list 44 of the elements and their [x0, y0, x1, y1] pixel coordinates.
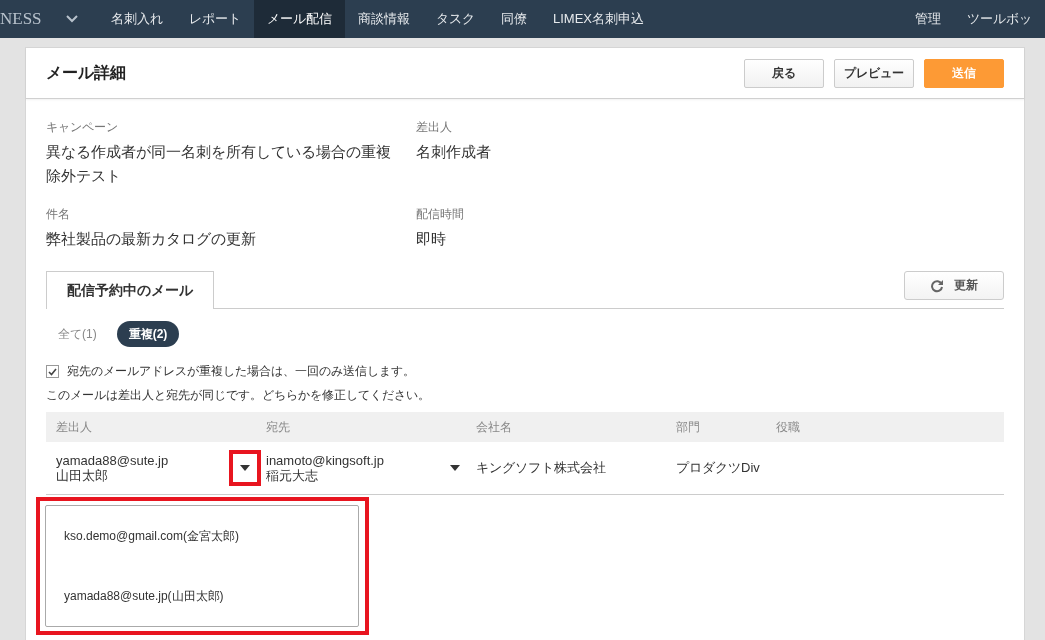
chevron-down-icon[interactable] [66, 15, 78, 23]
field-value: 弊社製品の最新カタログの更新 [46, 229, 257, 249]
caret-icon [240, 465, 250, 471]
field-label: 件名 [46, 206, 71, 223]
column-header: 会社名 [476, 418, 513, 436]
checkbox-label: 宛先のメールアドレスが重複した場合は、一回のみ送信します。 [67, 363, 415, 380]
nav-item[interactable]: 商談情報 [345, 0, 423, 38]
nav-item[interactable]: 名刺入れ [98, 0, 176, 38]
column-header: 部門 [676, 418, 701, 436]
column-header: 役職 [776, 418, 801, 436]
nav-item[interactable]: LIMEX名刺申込 [540, 0, 657, 38]
field-label: キャンペーン [46, 119, 119, 136]
page-title: メール詳細 [46, 62, 127, 83]
caret-icon [450, 465, 460, 471]
filter-tab[interactable]: 全て(1) [46, 321, 109, 347]
recipient-cell: inamoto@kingsoft.jp 稲元大志 [266, 453, 384, 483]
sender-cell: yamada88@sute.jp 山田太郎 [56, 453, 169, 483]
nav-item[interactable]: レポート [176, 0, 254, 38]
field-value: 名刺作成者 [416, 142, 492, 162]
field-label: 差出人 [416, 119, 453, 136]
refresh-button[interactable]: 更新 [904, 271, 1004, 300]
warning-text: このメールは差出人と宛先が同じです。どちらかを修正してください。 [46, 387, 431, 404]
nav-item[interactable]: メール配信 [254, 0, 345, 38]
action-button[interactable]: 戻る [744, 58, 824, 88]
nav-item[interactable]: タスク [423, 0, 488, 38]
field-value: 即時 [416, 229, 447, 249]
action-button[interactable]: プレビュー [834, 58, 914, 88]
menu-option[interactable]: yamada88@sute.jp(山田太郎) [46, 587, 358, 605]
brand-logo-text: NESS [0, 8, 43, 30]
field-label: 配信時間 [416, 206, 465, 223]
tab[interactable]: 配信予約中のメール [46, 271, 214, 309]
nav-item[interactable]: ツールボッ [954, 0, 1045, 38]
field-value: 異なる作成者が同一名刺を所有している場合の重複除外テスト [46, 142, 391, 186]
checkbox[interactable] [46, 365, 59, 378]
department-cell-text: プロダクツDiv [676, 459, 761, 477]
column-header: 宛先 [266, 418, 291, 436]
filter-tab[interactable]: 重複(2) [116, 321, 180, 347]
column-header: 差出人 [56, 418, 93, 436]
company-cell-text: キングソフト株式会社 [476, 459, 607, 477]
dropdown-button[interactable] [229, 450, 261, 486]
refresh-icon [930, 278, 944, 293]
menu-option[interactable]: kso.demo@gmail.com(金宮太郎) [46, 527, 358, 545]
nav-item[interactable]: 同僚 [488, 0, 540, 38]
nav-item[interactable]: 管理 [902, 0, 954, 38]
